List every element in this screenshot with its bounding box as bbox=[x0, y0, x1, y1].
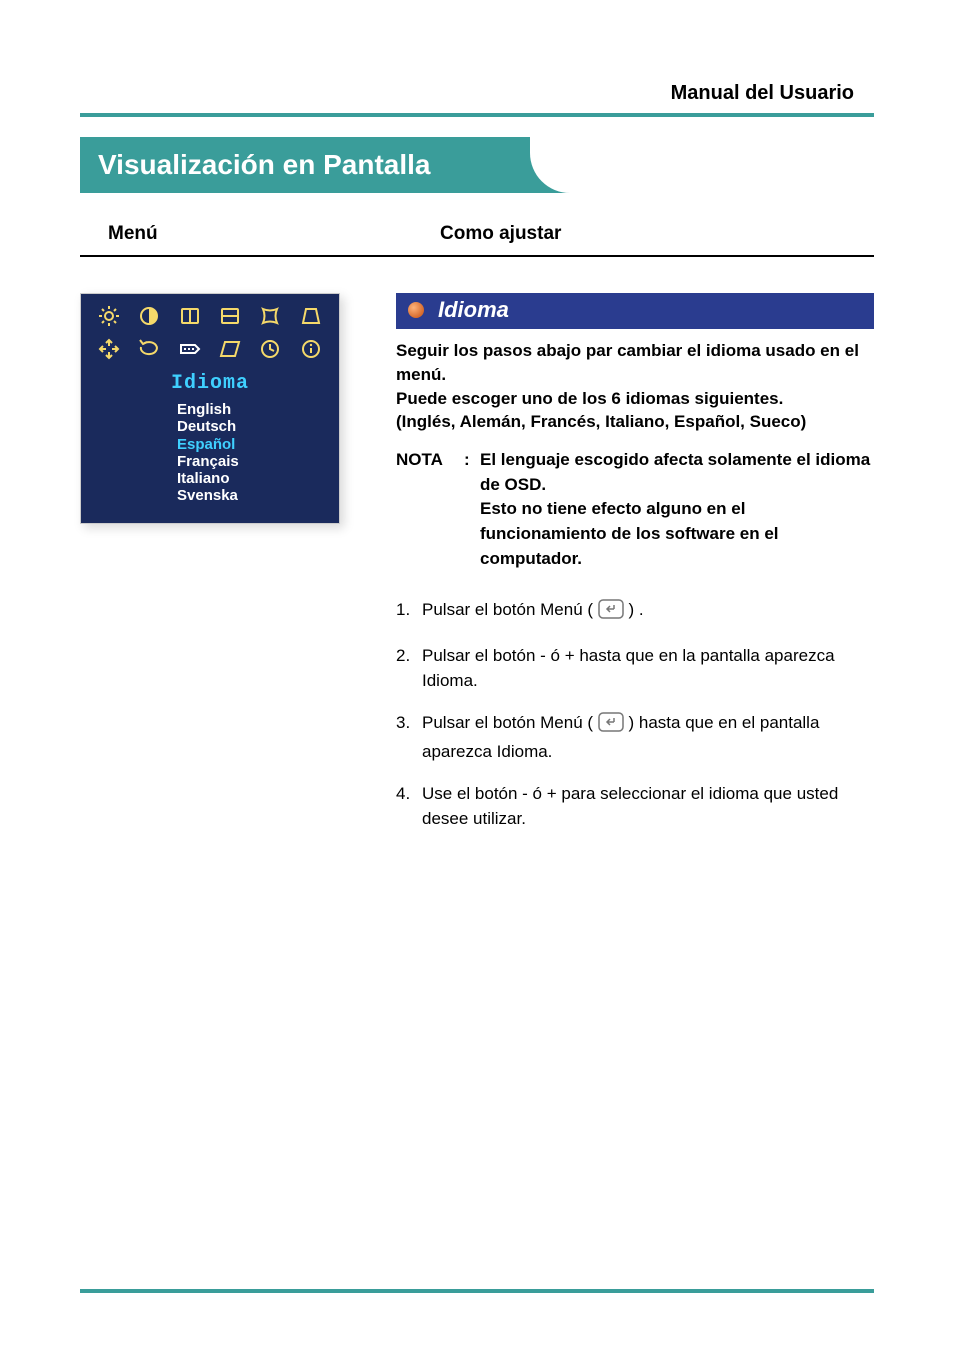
intro-line-3: (Inglés, Alemán, Francés, Italiano, Espa… bbox=[396, 410, 874, 434]
step-number: 3. bbox=[396, 710, 422, 765]
info-icon bbox=[299, 337, 323, 366]
step-text: Use el botón - ó + para seleccionar el i… bbox=[422, 781, 874, 832]
contrast-icon bbox=[137, 304, 161, 333]
brightness-icon bbox=[97, 304, 121, 333]
manual-title: Manual del Usuario bbox=[80, 82, 874, 105]
recall-icon bbox=[258, 337, 282, 366]
column-divider bbox=[80, 255, 874, 257]
intro-line-2: Puede escoger uno de los 6 idiomas sigui… bbox=[396, 387, 874, 411]
page-title: Visualización en Pantalla bbox=[80, 137, 874, 193]
pincushion-icon bbox=[258, 304, 282, 333]
step-4: 4. Use el botón - ó + para seleccionar e… bbox=[396, 781, 874, 832]
steps-list: 1. Pulsar el botón Menú ( ) . 2. Pulsar … bbox=[396, 597, 874, 832]
section-title: Idioma bbox=[438, 297, 509, 323]
menu-button-icon bbox=[598, 712, 624, 740]
header-divider bbox=[80, 113, 874, 117]
menu-button-icon bbox=[598, 599, 624, 627]
osd-language-list: EnglishDeutschEspañolFrançaisItalianoSve… bbox=[81, 401, 339, 505]
step-2: 2. Pulsar el botón - ó + hasta que en la… bbox=[396, 643, 874, 694]
step-text: Pulsar el botón - ó + hasta que en la pa… bbox=[422, 643, 874, 694]
osd-menu-title: Idioma bbox=[81, 372, 339, 395]
step-1: 1. Pulsar el botón Menú ( ) . bbox=[396, 597, 874, 627]
osd-lang-option: English bbox=[177, 401, 339, 418]
step-3: 3. Pulsar el botón Menú ( ) hasta que en… bbox=[396, 710, 874, 765]
degauss-icon bbox=[137, 337, 161, 366]
step-number: 2. bbox=[396, 643, 422, 694]
step-text: Pulsar el botón Menú ( bbox=[422, 713, 598, 732]
bullet-icon bbox=[408, 302, 424, 318]
note-colon: : bbox=[464, 448, 480, 571]
trapezoid-icon bbox=[299, 304, 323, 333]
page-title-band: Visualización en Pantalla bbox=[80, 137, 874, 193]
osd-lang-option: Italiano bbox=[177, 470, 339, 487]
step-number: 1. bbox=[396, 597, 422, 627]
section-header: Idioma bbox=[396, 293, 874, 329]
note-line-1: El lenguaje escogido afecta solamente el… bbox=[480, 448, 874, 497]
osd-lang-option: Español bbox=[177, 436, 339, 453]
parallelogram-icon bbox=[218, 337, 242, 366]
intro-line-1: Seguir los pasos abajo par cambiar el id… bbox=[396, 339, 874, 387]
step-number: 4. bbox=[396, 781, 422, 832]
zoom-icon bbox=[97, 337, 121, 366]
v-position-icon bbox=[218, 304, 242, 333]
osd-lang-option: Français bbox=[177, 453, 339, 470]
step-text: Pulsar el botón Menú ( bbox=[422, 600, 598, 619]
osd-lang-option: Deutsch bbox=[177, 418, 339, 435]
column-header-adjust: Como ajustar bbox=[440, 223, 874, 245]
note-label: NOTA bbox=[396, 448, 464, 571]
note-line-2: Esto no tiene efecto alguno en el funcio… bbox=[480, 497, 874, 571]
osd-screenshot: Idioma EnglishDeutschEspañolFrançaisItal… bbox=[80, 293, 340, 524]
osd-lang-option: Svenska bbox=[177, 487, 339, 504]
step-text: ) . bbox=[629, 600, 644, 619]
language-icon bbox=[178, 337, 202, 366]
column-header-menu: Menú bbox=[80, 223, 440, 245]
note-block: NOTA : El lenguaje escogido afecta solam… bbox=[396, 448, 874, 571]
column-headers: Menú Como ajustar bbox=[80, 223, 874, 245]
footer-divider bbox=[80, 1289, 874, 1293]
h-position-icon bbox=[178, 304, 202, 333]
